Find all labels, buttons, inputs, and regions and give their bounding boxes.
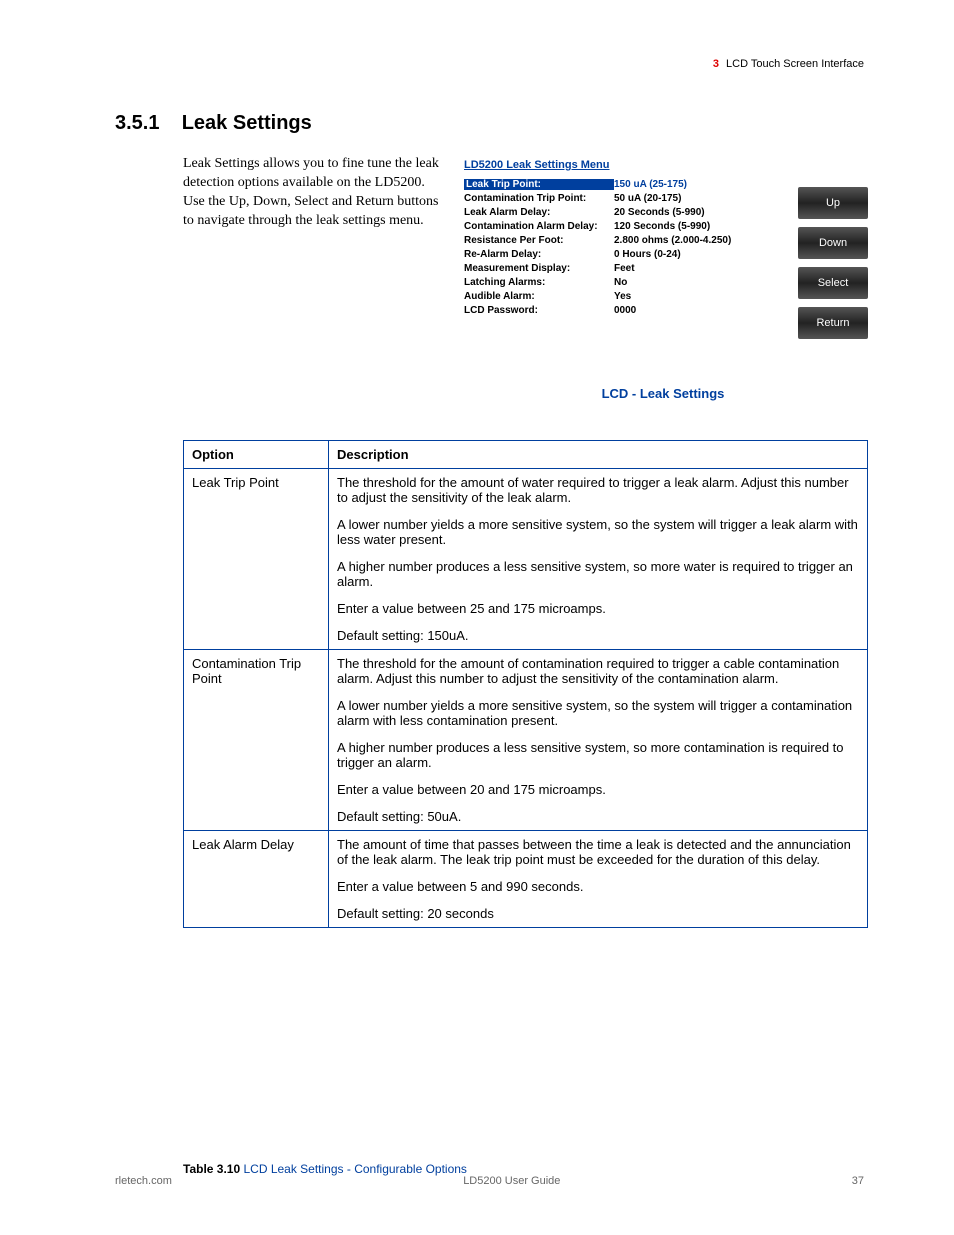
lcd-row[interactable]: Leak Trip Point:150 uA (25-175) <box>464 179 792 190</box>
section-number: 3.5.1 <box>115 112 159 134</box>
lcd-row-label: Contamination Alarm Delay: <box>464 221 614 232</box>
description-cell: The threshold for the amount of contamin… <box>329 650 868 831</box>
description-paragraph: Default setting: 20 seconds <box>337 906 859 921</box>
return-button[interactable]: Return <box>798 307 868 339</box>
table-row: Contamination Trip Point The threshold fo… <box>184 650 868 831</box>
lcd-row-label: Leak Trip Point: <box>464 179 614 190</box>
options-table: Option Description Leak Trip Point The th… <box>183 440 868 928</box>
description-paragraph: A lower number yields a more sensitive s… <box>337 698 859 728</box>
description-cell: The threshold for the amount of water re… <box>329 469 868 650</box>
page-footer: rletech.com LD5200 User Guide 37 <box>115 1175 864 1187</box>
lcd-row[interactable]: LCD Password:0000 <box>464 305 792 316</box>
table-row: Leak Trip Point The threshold for the amo… <box>184 469 868 650</box>
table-caption-num: Table 3.10 <box>183 1162 240 1176</box>
footer-left: rletech.com <box>115 1175 172 1187</box>
lcd-title: LD5200 Leak Settings Menu <box>458 155 868 177</box>
lcd-row-value: 50 uA (20-175) <box>614 193 681 204</box>
lcd-row-label: Resistance Per Foot: <box>464 235 614 246</box>
lcd-row-label: Re-Alarm Delay: <box>464 249 614 260</box>
table-row: Leak Alarm Delay The amount of time that … <box>184 831 868 928</box>
chapter-title: LCD Touch Screen Interface <box>726 58 864 70</box>
chapter-num: 3 <box>713 58 719 70</box>
lcd-row[interactable]: Latching Alarms:No <box>464 277 792 288</box>
select-button[interactable]: Select <box>798 267 868 299</box>
lcd-row-label: Measurement Display: <box>464 263 614 274</box>
lcd-row-value: 20 Seconds (5-990) <box>614 207 705 218</box>
description-paragraph: Enter a value between 5 and 990 seconds. <box>337 879 859 894</box>
col-option: Option <box>184 441 329 469</box>
lcd-row-label: Contamination Trip Point: <box>464 193 614 204</box>
description-cell: The amount of time that passes between t… <box>329 831 868 928</box>
lcd-row[interactable]: Resistance Per Foot:2.800 ohms (2.000-4.… <box>464 235 792 246</box>
lcd-row[interactable]: Measurement Display:Feet <box>464 263 792 274</box>
lcd-row[interactable]: Leak Alarm Delay:20 Seconds (5-990) <box>464 207 792 218</box>
page-header: 3 LCD Touch Screen Interface <box>713 58 864 70</box>
lcd-row-value: 120 Seconds (5-990) <box>614 221 710 232</box>
description-paragraph: Enter a value between 25 and 175 microam… <box>337 601 859 616</box>
lcd-row[interactable]: Contamination Alarm Delay:120 Seconds (5… <box>464 221 792 232</box>
option-cell: Leak Trip Point <box>184 469 329 650</box>
lcd-caption: LCD - Leak Settings <box>458 386 868 401</box>
description-paragraph: Default setting: 150uA. <box>337 628 859 643</box>
lcd-row[interactable]: Contamination Trip Point:50 uA (20-175) <box>464 193 792 204</box>
lcd-row-value: 0 Hours (0-24) <box>614 249 681 260</box>
lcd-row[interactable]: Audible Alarm:Yes <box>464 291 792 302</box>
lcd-row-value: 150 uA (25-175) <box>614 179 687 190</box>
description-paragraph: Enter a value between 20 and 175 microam… <box>337 782 859 797</box>
lcd-row-label: Audible Alarm: <box>464 291 614 302</box>
lcd-panel: LD5200 Leak Settings Menu Leak Trip Poin… <box>458 155 868 349</box>
section-title: Leak Settings <box>182 112 312 134</box>
description-paragraph: The threshold for the amount of water re… <box>337 475 859 505</box>
up-button[interactable]: Up <box>798 187 868 219</box>
footer-right: 37 <box>852 1175 864 1187</box>
lcd-row-value: 0000 <box>614 305 636 316</box>
lcd-row-value: 2.800 ohms (2.000-4.250) <box>614 235 731 246</box>
table-caption: Table 3.10 LCD Leak Settings - Configura… <box>183 1162 467 1176</box>
down-button[interactable]: Down <box>798 227 868 259</box>
col-description: Description <box>329 441 868 469</box>
option-cell: Contamination Trip Point <box>184 650 329 831</box>
lcd-row-value: Yes <box>614 291 631 302</box>
lcd-row-label: LCD Password: <box>464 305 614 316</box>
option-cell: Leak Alarm Delay <box>184 831 329 928</box>
section-heading: 3.5.1 Leak Settings <box>115 112 312 135</box>
footer-center: LD5200 User Guide <box>463 1175 560 1187</box>
description-paragraph: A higher number produces a less sensitiv… <box>337 559 859 589</box>
intro-paragraph: Leak Settings allows you to fine tune th… <box>183 155 443 231</box>
lcd-row-value: No <box>614 277 627 288</box>
lcd-row-value: Feet <box>614 263 635 274</box>
description-paragraph: A lower number yields a more sensitive s… <box>337 517 859 547</box>
lcd-settings-list: Leak Trip Point:150 uA (25-175)Contamina… <box>458 177 798 349</box>
description-paragraph: A higher number produces a less sensitiv… <box>337 740 859 770</box>
description-paragraph: The amount of time that passes between t… <box>337 837 859 867</box>
table-caption-title: LCD Leak Settings - Configurable Options <box>240 1162 467 1176</box>
description-paragraph: Default setting: 50uA. <box>337 809 859 824</box>
lcd-row-label: Latching Alarms: <box>464 277 614 288</box>
lcd-row-label: Leak Alarm Delay: <box>464 207 614 218</box>
lcd-row[interactable]: Re-Alarm Delay:0 Hours (0-24) <box>464 249 792 260</box>
description-paragraph: The threshold for the amount of contamin… <box>337 656 859 686</box>
lcd-buttons: Up Down Select Return <box>798 177 868 349</box>
